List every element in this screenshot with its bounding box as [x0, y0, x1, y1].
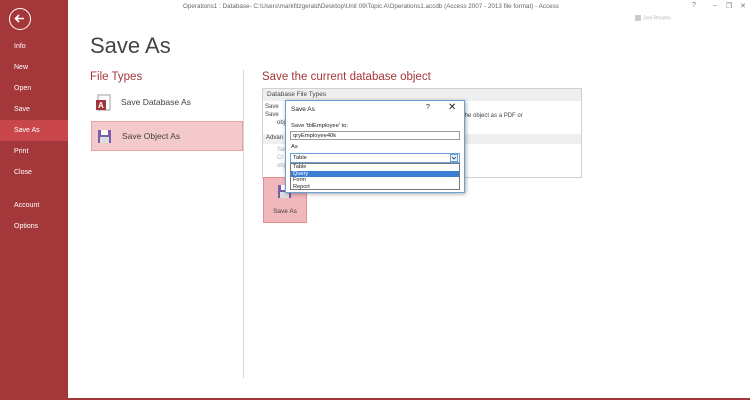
panel-fragment: Cr [277, 155, 284, 161]
back-arrow-icon [14, 14, 24, 23]
nav-print[interactable]: Print [0, 141, 68, 162]
nav-account[interactable]: Account [0, 195, 68, 216]
dialog-help-button[interactable]: ? [426, 104, 430, 111]
as-type-value: Table [293, 155, 307, 161]
dialog-title: Save As [291, 106, 315, 113]
page-title: Save As [90, 33, 171, 58]
save-database-as-label: Save Database As [121, 97, 191, 107]
backstage-sidebar: Info New Open Save Save As Print Close A… [0, 0, 68, 400]
nav-save[interactable]: Save [0, 99, 68, 120]
minimize-button[interactable]: – [708, 2, 722, 9]
panel-fragment: Save [265, 104, 279, 110]
database-save-icon: A [95, 94, 113, 114]
nav-options[interactable]: Options [0, 216, 68, 237]
title-bar: Operations1 : Database- C:\Users\markfit… [68, 0, 750, 14]
panel-fragment: Save [265, 112, 279, 118]
nav-open[interactable]: Open [0, 78, 68, 99]
nav-new[interactable]: New [0, 57, 68, 78]
save-object-as-option[interactable]: Save Object As [91, 121, 243, 151]
as-type-dropdown-list: Table Query Form Report [290, 163, 460, 190]
svg-text:A: A [98, 101, 104, 110]
as-label: As [291, 144, 298, 150]
as-type-select[interactable]: Table [290, 153, 460, 163]
panel-fragment: obj [277, 163, 286, 169]
divider [243, 70, 244, 378]
save-to-label: Save 'tblEmployee' to: [291, 123, 348, 129]
object-save-icon [96, 128, 114, 148]
save-as-button-label: Save As [273, 208, 297, 215]
panel-fragment: obj [277, 120, 286, 126]
avatar [635, 15, 641, 21]
save-as-dialog: Save As ? ✕ Save 'tblEmployee' to: qryEm… [285, 100, 465, 193]
option-report[interactable]: Report [291, 184, 459, 191]
back-button[interactable] [9, 8, 31, 30]
save-current-heading: Save the current database object [262, 71, 431, 83]
chevron-down-icon[interactable] [450, 154, 458, 162]
user-name: Joel Rhodes [643, 15, 671, 22]
close-window-button[interactable]: ✕ [736, 2, 750, 10]
window-title: Operations1 : Database- C:\Users\markfit… [183, 3, 559, 10]
nav-info[interactable]: Info [0, 36, 68, 57]
user-account[interactable]: Joel Rhodes [635, 15, 671, 21]
object-name-field[interactable]: qryEmployee40k [290, 131, 460, 140]
nav-close[interactable]: Close [0, 162, 68, 183]
file-types-heading: File Types [90, 71, 143, 83]
save-database-as-option[interactable]: A Save Database As [91, 88, 243, 118]
save-object-as-label: Save Object As [122, 131, 181, 141]
dialog-close-button[interactable]: ✕ [448, 102, 456, 113]
nav-save-as[interactable]: Save As [0, 120, 68, 141]
restore-button[interactable]: ❐ [722, 2, 736, 10]
panel-fragment: the object as a PDF or [463, 113, 523, 119]
help-button[interactable]: ? [687, 2, 701, 9]
